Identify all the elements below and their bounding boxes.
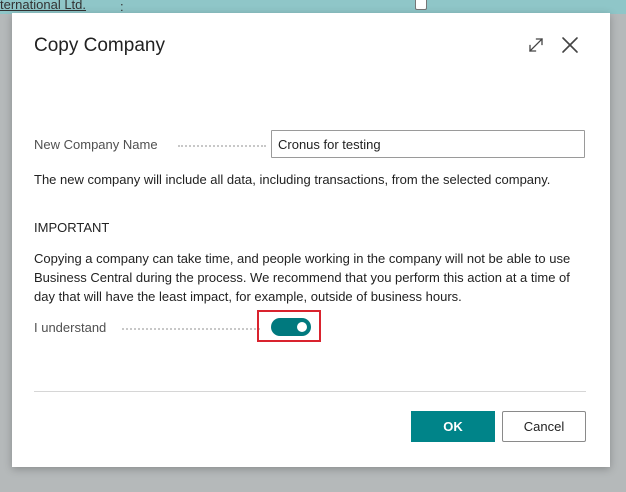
background-company-link: ternational Ltd. <box>0 0 87 12</box>
new-company-name-label: New Company Name <box>34 137 158 152</box>
copy-company-dialog: Copy Company New Company Name The new co… <box>12 13 610 467</box>
cancel-button[interactable]: Cancel <box>502 411 586 442</box>
i-understand-toggle[interactable] <box>271 318 311 336</box>
important-heading: IMPORTANT <box>34 220 110 235</box>
i-understand-label: I understand <box>34 320 107 335</box>
label-leader-dots <box>122 328 260 330</box>
label-leader-dots <box>178 145 266 147</box>
info-text: The new company will include all data, i… <box>34 172 551 187</box>
new-company-name-input[interactable] <box>271 130 585 158</box>
background-header-strip <box>0 0 626 14</box>
toggle-knob <box>297 322 307 332</box>
dialog-title: Copy Company <box>34 35 165 56</box>
warning-text: Copying a company can take time, and peo… <box>34 251 571 304</box>
footer-divider <box>34 391 586 392</box>
background-checkbox <box>415 0 427 10</box>
background-colon: : <box>120 0 124 14</box>
expand-icon[interactable] <box>526 35 546 55</box>
ok-button[interactable]: OK <box>411 411 495 442</box>
close-icon[interactable] <box>559 34 581 56</box>
